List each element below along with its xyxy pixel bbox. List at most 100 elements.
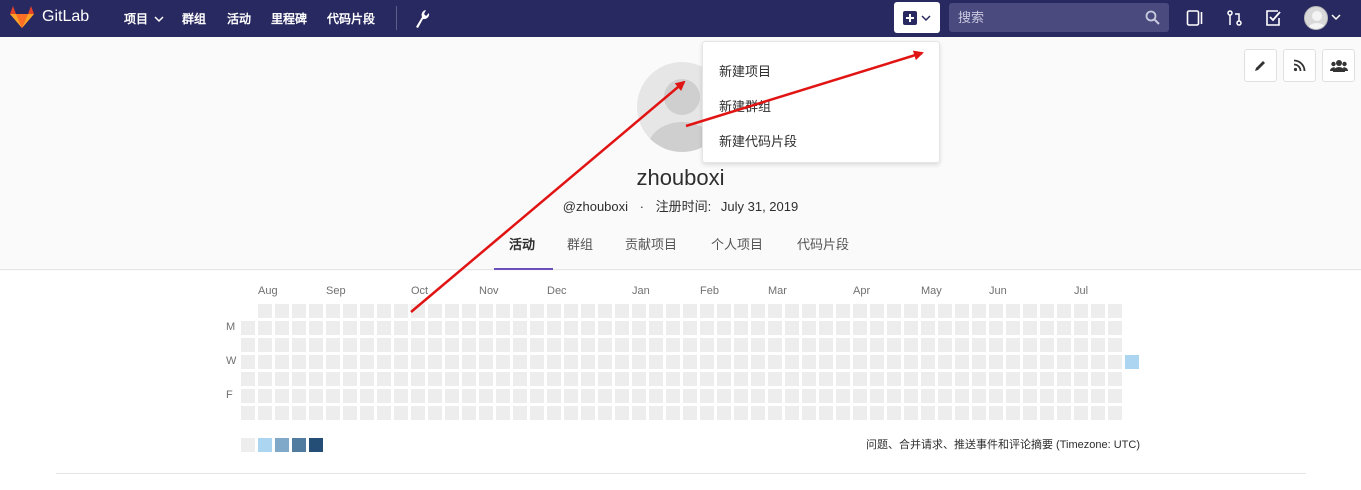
nav-activity[interactable]: 活动 (227, 10, 251, 27)
contribution-day-cell[interactable] (411, 304, 425, 318)
contribution-day-cell[interactable] (428, 355, 442, 369)
contribution-day-cell[interactable] (513, 304, 527, 318)
contribution-day-cell[interactable] (530, 321, 544, 335)
contribution-day-cell[interactable] (598, 321, 612, 335)
contribution-day-cell[interactable] (700, 304, 714, 318)
nav-snippets[interactable]: 代码片段 (327, 10, 375, 27)
contribution-day-cell[interactable] (445, 372, 459, 386)
contribution-day-cell[interactable] (258, 355, 272, 369)
contribution-day-cell[interactable] (462, 304, 476, 318)
contribution-day-cell[interactable] (1057, 321, 1071, 335)
contribution-day-cell[interactable] (462, 372, 476, 386)
contribution-day-cell[interactable] (649, 406, 663, 420)
contribution-day-cell[interactable] (1006, 338, 1020, 352)
contribution-day-cell[interactable] (343, 338, 357, 352)
contribution-day-cell[interactable] (581, 338, 595, 352)
contribution-day-cell[interactable] (768, 338, 782, 352)
contribution-day-cell[interactable] (292, 355, 306, 369)
contribution-day-cell[interactable] (1040, 372, 1054, 386)
contribution-day-cell[interactable] (632, 321, 646, 335)
contribution-day-cell[interactable] (428, 389, 442, 403)
contribution-day-cell[interactable] (241, 372, 255, 386)
contribution-day-cell[interactable] (1040, 406, 1054, 420)
contribution-day-cell[interactable] (938, 389, 952, 403)
contribution-day-cell[interactable] (1023, 372, 1037, 386)
wrench-admin-icon[interactable] (412, 8, 430, 28)
menu-item-new-snippet[interactable]: 新建代码片段 (719, 131, 797, 150)
contribution-day-cell[interactable] (734, 372, 748, 386)
search-icon[interactable] (1145, 10, 1160, 25)
contribution-day-cell[interactable] (394, 355, 408, 369)
contribution-day-cell[interactable] (462, 389, 476, 403)
contribution-day-cell[interactable] (615, 321, 629, 335)
contribution-day-cell[interactable] (275, 372, 289, 386)
contribution-day-cell[interactable] (955, 338, 969, 352)
contribution-day-cell[interactable] (564, 355, 578, 369)
contribution-day-cell[interactable] (428, 372, 442, 386)
tab-personal-projects[interactable]: 个人项目 (711, 234, 763, 253)
contribution-day-cell[interactable] (683, 389, 697, 403)
contribution-day-cell[interactable] (853, 304, 867, 318)
contribution-day-cell[interactable] (1074, 372, 1088, 386)
contribution-day-cell[interactable] (819, 355, 833, 369)
contribution-day-cell[interactable] (1006, 406, 1020, 420)
contribution-day-cell[interactable] (853, 321, 867, 335)
contribution-day-cell[interactable] (819, 321, 833, 335)
contribution-day-cell[interactable] (1006, 304, 1020, 318)
contribution-day-cell[interactable] (564, 321, 578, 335)
contribution-day-cell[interactable] (462, 406, 476, 420)
contribution-day-cell[interactable] (411, 321, 425, 335)
contribution-day-cell[interactable] (292, 321, 306, 335)
contribution-day-cell[interactable] (836, 406, 850, 420)
contribution-day-cell[interactable] (394, 389, 408, 403)
tab-snippets[interactable]: 代码片段 (797, 234, 849, 253)
contribution-day-cell[interactable] (394, 338, 408, 352)
contribution-day-cell[interactable] (343, 304, 357, 318)
merge-request-icon[interactable] (1226, 9, 1244, 27)
contribution-day-cell[interactable] (377, 406, 391, 420)
tab-activity[interactable]: 活动 (509, 234, 535, 253)
contribution-day-cell[interactable] (938, 304, 952, 318)
contribution-day-cell[interactable] (428, 406, 442, 420)
contribution-day-cell[interactable] (785, 372, 799, 386)
contribution-day-cell[interactable] (836, 321, 850, 335)
contribution-day-cell[interactable] (989, 321, 1003, 335)
todo-check-icon[interactable] (1264, 9, 1282, 27)
contribution-day-cell[interactable] (394, 406, 408, 420)
contribution-day-cell[interactable] (632, 372, 646, 386)
contribution-day-cell[interactable] (921, 406, 935, 420)
contribution-day-cell[interactable] (785, 304, 799, 318)
contribution-day-cell[interactable] (598, 406, 612, 420)
contribution-day-cell[interactable] (377, 355, 391, 369)
contribution-day-cell[interactable] (309, 406, 323, 420)
contribution-day-cell[interactable] (445, 389, 459, 403)
contribution-day-cell[interactable] (904, 338, 918, 352)
contribution-day-cell[interactable] (1108, 338, 1122, 352)
contribution-day-cell[interactable] (972, 338, 986, 352)
contribution-day-cell[interactable] (989, 355, 1003, 369)
contribution-day-cell[interactable] (530, 338, 544, 352)
contribution-day-cell[interactable] (1074, 389, 1088, 403)
contribution-day-cell[interactable] (377, 338, 391, 352)
contribution-day-cell[interactable] (734, 389, 748, 403)
contribution-day-cell[interactable] (428, 321, 442, 335)
contribution-day-cell[interactable] (479, 389, 493, 403)
contribution-day-cell[interactable] (921, 355, 935, 369)
contribution-day-cell[interactable] (836, 389, 850, 403)
contribution-day-cell[interactable] (581, 406, 595, 420)
contribution-day-cell[interactable] (887, 406, 901, 420)
contribution-day-cell[interactable] (836, 304, 850, 318)
contribution-day-cell[interactable] (530, 389, 544, 403)
contribution-day-cell[interactable] (258, 372, 272, 386)
contribution-day-cell[interactable] (649, 321, 663, 335)
contribution-day-cell[interactable] (683, 406, 697, 420)
contribution-day-cell[interactable] (496, 389, 510, 403)
contribution-day-cell[interactable] (819, 372, 833, 386)
contribution-day-cell[interactable] (972, 406, 986, 420)
contribution-day-cell[interactable] (343, 389, 357, 403)
contribution-day-cell[interactable] (751, 406, 765, 420)
contribution-day-cell[interactable] (598, 389, 612, 403)
contribution-day-cell[interactable] (1074, 321, 1088, 335)
contribution-day-cell[interactable] (904, 304, 918, 318)
contribution-day-cell[interactable] (360, 355, 374, 369)
